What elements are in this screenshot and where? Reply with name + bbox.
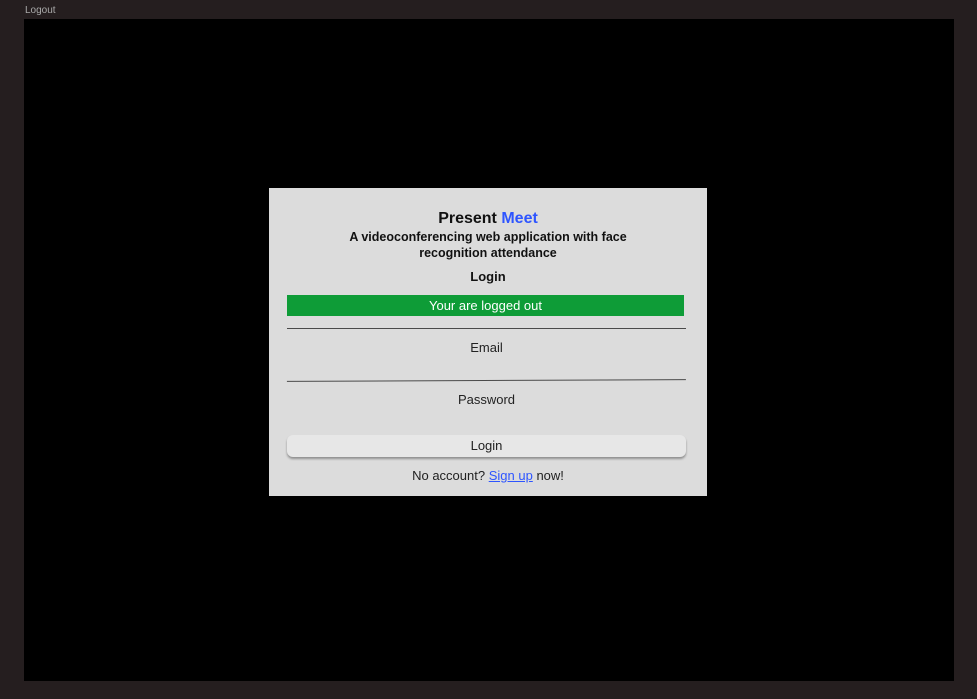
email-field[interactable]: Email xyxy=(287,328,686,368)
app-title-prefix: Present xyxy=(438,210,497,227)
password-label: Password xyxy=(457,392,516,407)
login-button[interactable]: Login xyxy=(287,435,686,457)
password-field[interactable]: Password xyxy=(286,379,687,421)
page: Logout Present Meet A videoconferencing … xyxy=(0,0,977,699)
logged-out-status-banner: Your are logged out xyxy=(287,295,684,316)
signup-link[interactable]: Sign up xyxy=(489,468,533,483)
login-card: Present Meet A videoconferencing web app… xyxy=(269,188,707,496)
app-title-accent: Meet xyxy=(501,210,538,227)
app-title: Present Meet xyxy=(269,210,707,228)
email-label: Email xyxy=(470,340,503,355)
signup-suffix: now! xyxy=(536,468,564,483)
main-stage: Present Meet A videoconferencing web app… xyxy=(24,19,954,681)
app-subtitle: A videoconferencing web application with… xyxy=(349,230,627,260)
form-heading: Login xyxy=(470,269,506,284)
signup-prompt: No account? Sign up now! xyxy=(269,468,707,483)
logout-link[interactable]: Logout xyxy=(25,5,56,16)
signup-prefix: No account? xyxy=(412,468,486,483)
